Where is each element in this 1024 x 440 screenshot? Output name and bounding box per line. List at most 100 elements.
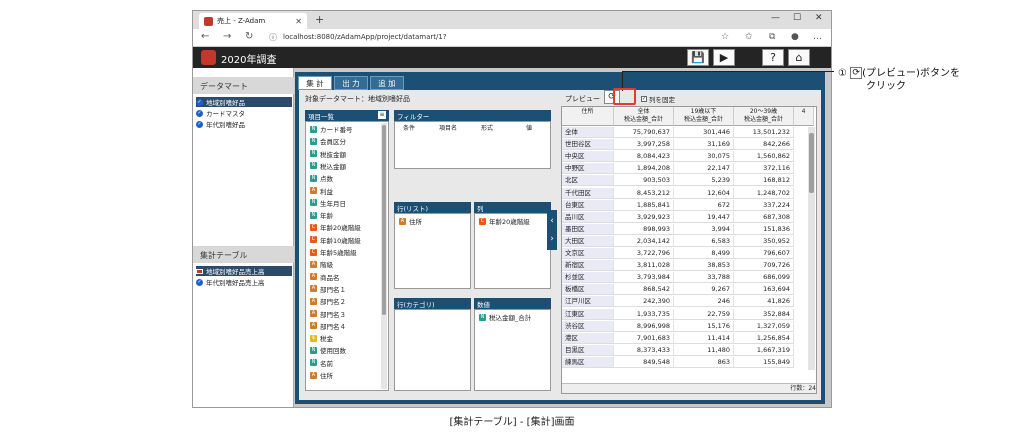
reload-icon[interactable]: ↻ <box>245 31 253 42</box>
tab-close-icon[interactable]: ✕ <box>295 17 302 26</box>
grid-cell: 7,901,683 <box>614 332 674 344</box>
datamart-item[interactable]: ✓ 地域別嗜好品 <box>196 97 292 107</box>
field-item[interactable]: N 生年月日 <box>310 198 346 208</box>
field-item[interactable]: C 年齢10歳階級 <box>310 235 361 245</box>
grid-cell: 842,266 <box>734 139 794 151</box>
checkbox-icon: ✓ <box>641 96 647 102</box>
field-item[interactable]: N 使用回数 <box>310 345 346 355</box>
field-scrollbar[interactable] <box>381 123 387 389</box>
grid-cell: 246 <box>674 296 734 308</box>
field-item[interactable]: A 商品名 <box>310 272 340 282</box>
list-toggle-icon[interactable]: ≡ <box>378 111 386 119</box>
window-close-icon[interactable]: ✕ <box>815 13 823 23</box>
grid-scrollbar[interactable] <box>808 127 815 370</box>
filter-header: フィルター <box>394 110 551 121</box>
field-item[interactable]: N 名前 <box>310 358 333 368</box>
field-item[interactable]: C 年齢20歳階級 <box>310 222 361 232</box>
grid-header[interactable]: 4 <box>794 107 814 126</box>
grid-header[interactable]: 住所 <box>562 107 614 126</box>
field-type-icon: A <box>310 260 317 268</box>
field-item[interactable]: N 年齢 <box>310 210 333 220</box>
field-item[interactable]: $ 税金 <box>310 333 333 343</box>
table-item[interactable]: 地域別嗜好品売上高 <box>196 266 292 276</box>
fix-columns-checkbox[interactable]: ✓ 列を固定 <box>641 94 675 104</box>
field-item[interactable]: N 点数 <box>310 173 333 183</box>
grid-row-label: 文京区 <box>562 248 614 259</box>
field-label: 名前 <box>320 359 333 368</box>
field-label: 税金 <box>320 335 333 344</box>
grid-cell: 41,826 <box>734 296 794 308</box>
back-icon[interactable]: ← <box>201 31 209 42</box>
filter-col: 形式 <box>481 125 494 132</box>
field-item[interactable]: A 部門名２ <box>310 296 346 306</box>
maximize-icon[interactable]: ☐ <box>793 13 801 23</box>
field-item[interactable]: A 部門名１ <box>310 284 346 294</box>
grid-header[interactable]: 20～39歳 税込金額_合計 <box>734 107 794 126</box>
field-item[interactable]: N カード番号 <box>310 124 353 134</box>
value-field[interactable]: N 税込金額_合計 <box>479 312 531 322</box>
figure-caption: [集計テーブル] - [集計]画面 <box>449 417 575 428</box>
field-item[interactable]: N 税抜金額 <box>310 149 346 159</box>
left-pane: データマート ✓ 地域別嗜好品 ✓ カードマスタ ✓ 年代別嗜好品 集計テーブル 地域… <box>193 68 294 407</box>
panel-splitter[interactable]: ‹ › <box>547 210 557 250</box>
minimize-icon[interactable]: — <box>771 13 780 23</box>
field-item[interactable]: A 利益 <box>310 186 333 196</box>
row-count: 行数：24 <box>562 383 816 393</box>
filter-box[interactable]: 条件 項目名 形式 値 <box>394 121 551 169</box>
field-item[interactable]: A 部門名３ <box>310 309 346 319</box>
grid-header[interactable]: 全体 税込金額_合計 <box>614 107 674 126</box>
target-datamart: 対象データマート：地域別嗜好品 <box>305 95 410 103</box>
profile-icon[interactable]: ● <box>791 32 799 42</box>
datamart-item[interactable]: ✓ 年代別嗜好品 <box>196 119 292 129</box>
forward-icon[interactable]: → <box>223 31 231 42</box>
more-icon[interactable]: … <box>813 32 822 42</box>
field-type-icon: C <box>310 248 317 256</box>
favorite-icon[interactable]: ☆ <box>721 32 729 42</box>
category-box[interactable] <box>394 309 471 391</box>
run-icon[interactable]: ▶ <box>713 49 735 66</box>
save-icon[interactable]: 💾 <box>687 49 709 66</box>
tab-add[interactable]: 追 加 <box>370 76 404 90</box>
field-type-icon: N <box>310 174 317 182</box>
grid-header[interactable]: 19歳以下 税込金額_合計 <box>674 107 734 126</box>
row-field[interactable]: A 住所 <box>399 216 422 226</box>
field-item[interactable]: N 会員区分 <box>310 136 346 146</box>
grid-cell: 168,812 <box>734 175 794 187</box>
field-type-icon: C <box>310 223 317 231</box>
grid-cell: 31,169 <box>674 139 734 151</box>
grid-cell: 13,501,232 <box>734 127 794 138</box>
help-icon[interactable]: ? <box>762 49 784 66</box>
url-text[interactable]: localhost:8080/zAdamApp/project/datamart… <box>283 33 447 41</box>
project-title: 2020年調査 <box>221 55 277 66</box>
col-field[interactable]: C 年齢20歳階級 <box>479 216 530 226</box>
field-label: 生年月日 <box>320 199 346 208</box>
tab-output[interactable]: 出 力 <box>334 76 368 90</box>
field-label: 点数 <box>320 175 333 184</box>
cols-box[interactable]: C 年齢20歳階級 <box>474 213 551 289</box>
check-icon: ✓ <box>196 278 203 286</box>
favorites-bar-icon[interactable]: ✩ <box>745 32 753 42</box>
values-box[interactable]: N 税込金額_合計 <box>474 309 551 391</box>
datamart-item[interactable]: ✓ カードマスタ <box>196 108 292 118</box>
home-icon[interactable]: ⌂ <box>788 49 810 66</box>
check-icon: ✓ <box>196 120 203 128</box>
check-icon: ✓ <box>196 109 203 117</box>
callout-text: ① ⟳ (プレビュー)ボタンを クリック <box>838 67 960 92</box>
table-item[interactable]: ✓ 年代別嗜好品売上高 <box>196 277 292 287</box>
datamart-header: データマート <box>193 77 294 94</box>
field-item[interactable]: A 階級 <box>310 259 333 269</box>
field-item[interactable]: A 部門名４ <box>310 321 346 331</box>
tab-aggregate[interactable]: 集 計 <box>298 76 332 90</box>
grid-cell: 8,453,212 <box>614 187 674 199</box>
browser-tab[interactable]: 売上 - Z-Adam ✕ <box>199 13 307 29</box>
new-tab-icon[interactable]: + <box>315 13 324 26</box>
field-item[interactable]: N 税込金額 <box>310 161 346 171</box>
rows-box[interactable]: A 住所 <box>394 213 471 289</box>
grid-cell: 3,929,923 <box>614 211 674 223</box>
grid-cell: 155,849 <box>734 356 794 368</box>
field-item[interactable]: A 住所 <box>310 370 333 380</box>
field-item[interactable]: C 年齢5歳階級 <box>310 247 357 257</box>
browser-window: 売上 - Z-Adam ✕ + — ☐ ✕ ← → ↻ ⓘ localhost:… <box>192 10 832 408</box>
grid-row-label: 渋谷区 <box>562 320 614 332</box>
collections-icon[interactable]: ⧉ <box>769 32 775 42</box>
